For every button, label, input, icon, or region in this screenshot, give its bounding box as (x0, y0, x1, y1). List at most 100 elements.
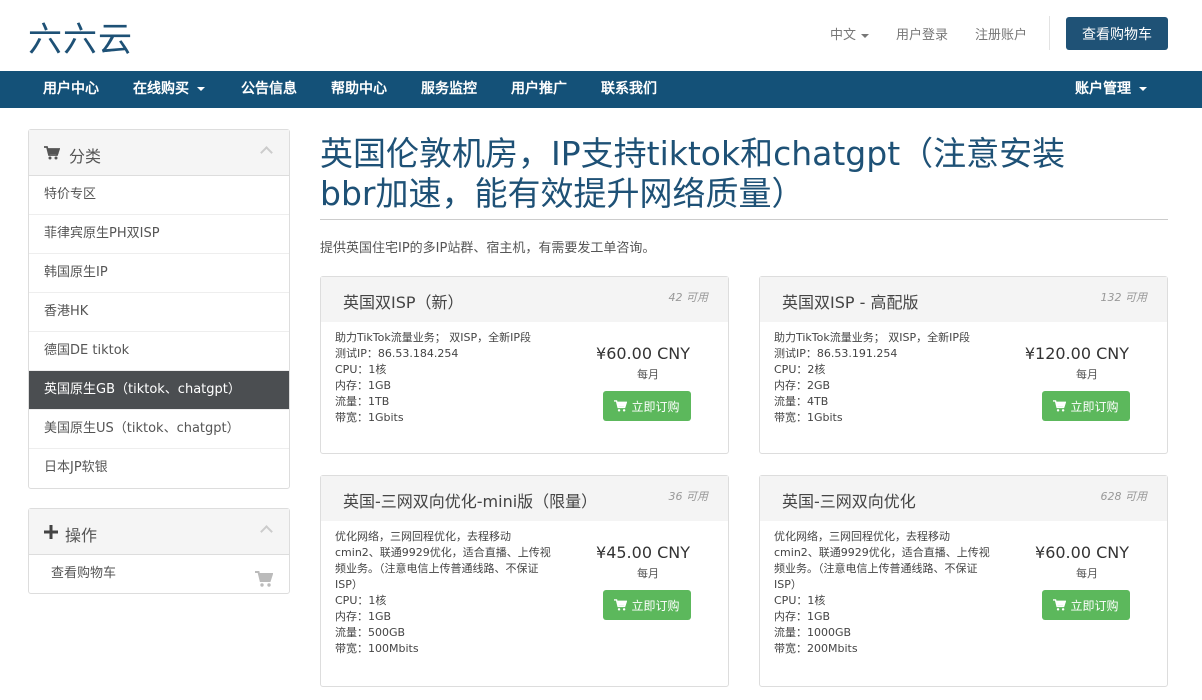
product-price: ¥60.00 CNY (1035, 543, 1129, 562)
product-spec-line: CPU：1核 (774, 594, 826, 607)
product-spec-line: 优化网络，三网回程优化，去程移动 (335, 530, 511, 543)
category-item[interactable]: 美国原生US（tiktok、chatgpt） (29, 410, 289, 449)
nav-item-online-purchase[interactable]: 在线购买 (133, 71, 205, 108)
chevron-up-icon[interactable] (260, 525, 273, 538)
product-description: 优化网络，三网回程优化，去程移动 cmin2、联通9929优化，适合直播、上传视… (774, 529, 992, 657)
product-spec-line: 带宽：100Mbits (335, 642, 419, 655)
product-header: 英国双ISP - 高配版 132 可用 (760, 277, 1167, 322)
product-spec-line: 测试IP：86.53.184.254 (335, 347, 459, 360)
view-cart-button[interactable]: 查看购物车 (1066, 17, 1168, 50)
nav-item-label: 在线购买 (133, 81, 189, 97)
order-now-button[interactable]: 立即订购 (1042, 391, 1130, 421)
categories-title: 分类 (69, 147, 102, 166)
product-spec-line: 内存：1GB (335, 610, 392, 623)
order-now-button[interactable]: 立即订购 (603, 391, 691, 421)
main-navbar: 用户中心 在线购买 公告信息 帮助中心 服务监控 用户推广 联系我们 账户管理 (0, 71, 1202, 108)
product-spec-line: 内存：1GB (774, 610, 831, 623)
nav-item-service-monitor[interactable]: 服务监控 (421, 71, 477, 108)
category-item[interactable]: 菲律宾原生PH双ISP (29, 215, 289, 254)
order-now-button[interactable]: 立即订购 (603, 590, 691, 620)
product-header: 英国双ISP（新） 42 可用 (321, 277, 728, 322)
product-card: 英国-三网双向优化-mini版（限量） 36 可用 优化网络，三网回程优化，去程… (320, 475, 729, 687)
product-spec-line: 助力TikTok流量业务； 双ISP，全新IP段 (774, 331, 970, 344)
product-card: 英国双ISP - 高配版 132 可用 助力TikTok流量业务； 双ISP，全… (759, 276, 1168, 454)
product-availability: 628 可用 (1100, 490, 1148, 503)
order-now-label: 立即订购 (631, 399, 680, 414)
product-spec-line: 频业务。（注意电信上传普通线路、不保证 (335, 562, 539, 575)
register-link[interactable]: 注册账户 (975, 24, 1027, 43)
billing-cycle: 每月 (637, 567, 659, 580)
nav-item-account-management[interactable]: 账户管理 (1075, 71, 1147, 108)
billing-cycle: 每月 (637, 368, 659, 381)
cart-icon (614, 599, 628, 611)
category-item[interactable]: 韩国原生IP (29, 254, 289, 293)
product-spec-line: cmin2、联通9929优化，适合直播、上传视 (335, 546, 551, 559)
header: 六六云 中文 用户登录 注册账户 查看购物车 (0, 0, 1202, 70)
category-item[interactable]: 特价专区 (29, 176, 289, 215)
product-spec-line: 流量：500GB (335, 626, 406, 639)
product-price: ¥60.00 CNY (596, 344, 690, 363)
product-name: 英国-三网双向优化-mini版（限量） (343, 492, 598, 511)
product-spec-line: 带宽：1Gbits (774, 411, 843, 424)
product-availability: 42 可用 (668, 291, 709, 304)
order-now-label: 立即订购 (1070, 399, 1119, 414)
login-link[interactable]: 用户登录 (896, 24, 948, 43)
product-spec-line: ISP） (335, 578, 363, 591)
action-label: 查看购物车 (51, 566, 117, 581)
product-spec-line: 优化网络，三网回程优化，去程移动 (774, 530, 950, 543)
product-description: 助力TikTok流量业务； 双ISP，全新IP段 测试IP：86.53.184.… (335, 330, 553, 426)
chevron-down-icon (861, 33, 870, 38)
actions-title: 操作 (65, 526, 98, 545)
logo[interactable]: 六六云 (28, 12, 133, 61)
actions-panel: 操作 查看购物车 (28, 508, 290, 594)
language-label: 中文 (830, 28, 857, 43)
product-name: 英国双ISP - 高配版 (782, 293, 919, 312)
product-card: 英国双ISP（新） 42 可用 助力TikTok流量业务； 双ISP，全新IP段… (320, 276, 729, 454)
nav-item-help-center[interactable]: 帮助中心 (331, 71, 387, 108)
cart-icon (614, 400, 628, 412)
product-spec-line: 流量：4TB (774, 395, 829, 408)
product-price: ¥45.00 CNY (596, 543, 690, 562)
chevron-up-icon[interactable] (260, 146, 273, 159)
action-view-cart[interactable]: 查看购物车 (29, 555, 289, 593)
categories-panel-header[interactable]: 分类 (29, 130, 289, 176)
product-description: 优化网络，三网回程优化，去程移动 cmin2、联通9929优化，适合直播、上传视… (335, 529, 553, 657)
product-spec-line: 流量：1TB (335, 395, 390, 408)
cart-icon (1053, 599, 1067, 611)
cart-icon (44, 145, 61, 164)
category-item[interactable]: 香港HK (29, 293, 289, 332)
product-spec-line: cmin2、联通9929优化，适合直播、上传视 (774, 546, 990, 559)
product-spec-line: 频业务。（注意电信上传普通线路、不保证 (774, 562, 978, 575)
product-spec-line: CPU：1核 (335, 594, 387, 607)
title-divider (320, 219, 1168, 220)
category-item[interactable]: 德国DE tiktok (29, 332, 289, 371)
product-name: 英国双ISP（新） (343, 293, 464, 312)
nav-item-user-center[interactable]: 用户中心 (43, 71, 99, 108)
nav-item-contact-us[interactable]: 联系我们 (601, 71, 657, 108)
cart-icon (1053, 400, 1067, 412)
product-spec-line: CPU：2核 (774, 363, 826, 376)
nav-item-announcements[interactable]: 公告信息 (241, 71, 297, 108)
product-spec-line: 带宽：200Mbits (774, 642, 858, 655)
product-spec-line: 测试IP：86.53.191.254 (774, 347, 898, 360)
nav-item-label: 账户管理 (1075, 81, 1131, 97)
product-header: 英国-三网双向优化 628 可用 (760, 476, 1167, 521)
product-availability: 132 可用 (1100, 291, 1148, 304)
cart-icon (255, 565, 274, 603)
order-now-button[interactable]: 立即订购 (1042, 590, 1130, 620)
page-title-line: 英国伦敦机房，IP支持tiktok和chatgpt（注意安装 (320, 134, 1066, 173)
category-item-active[interactable]: 英国原生GB（tiktok、chatgpt） (29, 371, 289, 410)
billing-cycle: 每月 (1076, 567, 1098, 580)
product-spec-line: 带宽：1Gbits (335, 411, 404, 424)
product-name: 英国-三网双向优化 (782, 492, 916, 511)
category-item[interactable]: 日本JP软银 (29, 449, 289, 488)
actions-panel-header[interactable]: 操作 (29, 509, 289, 555)
product-spec-line: 流量：1000GB (774, 626, 852, 639)
divider (1049, 16, 1050, 50)
product-description: 助力TikTok流量业务； 双ISP，全新IP段 测试IP：86.53.191.… (774, 330, 992, 426)
chevron-down-icon (1139, 87, 1147, 91)
language-selector[interactable]: 中文 (830, 24, 870, 43)
product-header: 英国-三网双向优化-mini版（限量） 36 可用 (321, 476, 728, 521)
product-spec-line: 内存：2GB (774, 379, 831, 392)
nav-item-affiliates[interactable]: 用户推广 (511, 71, 567, 108)
